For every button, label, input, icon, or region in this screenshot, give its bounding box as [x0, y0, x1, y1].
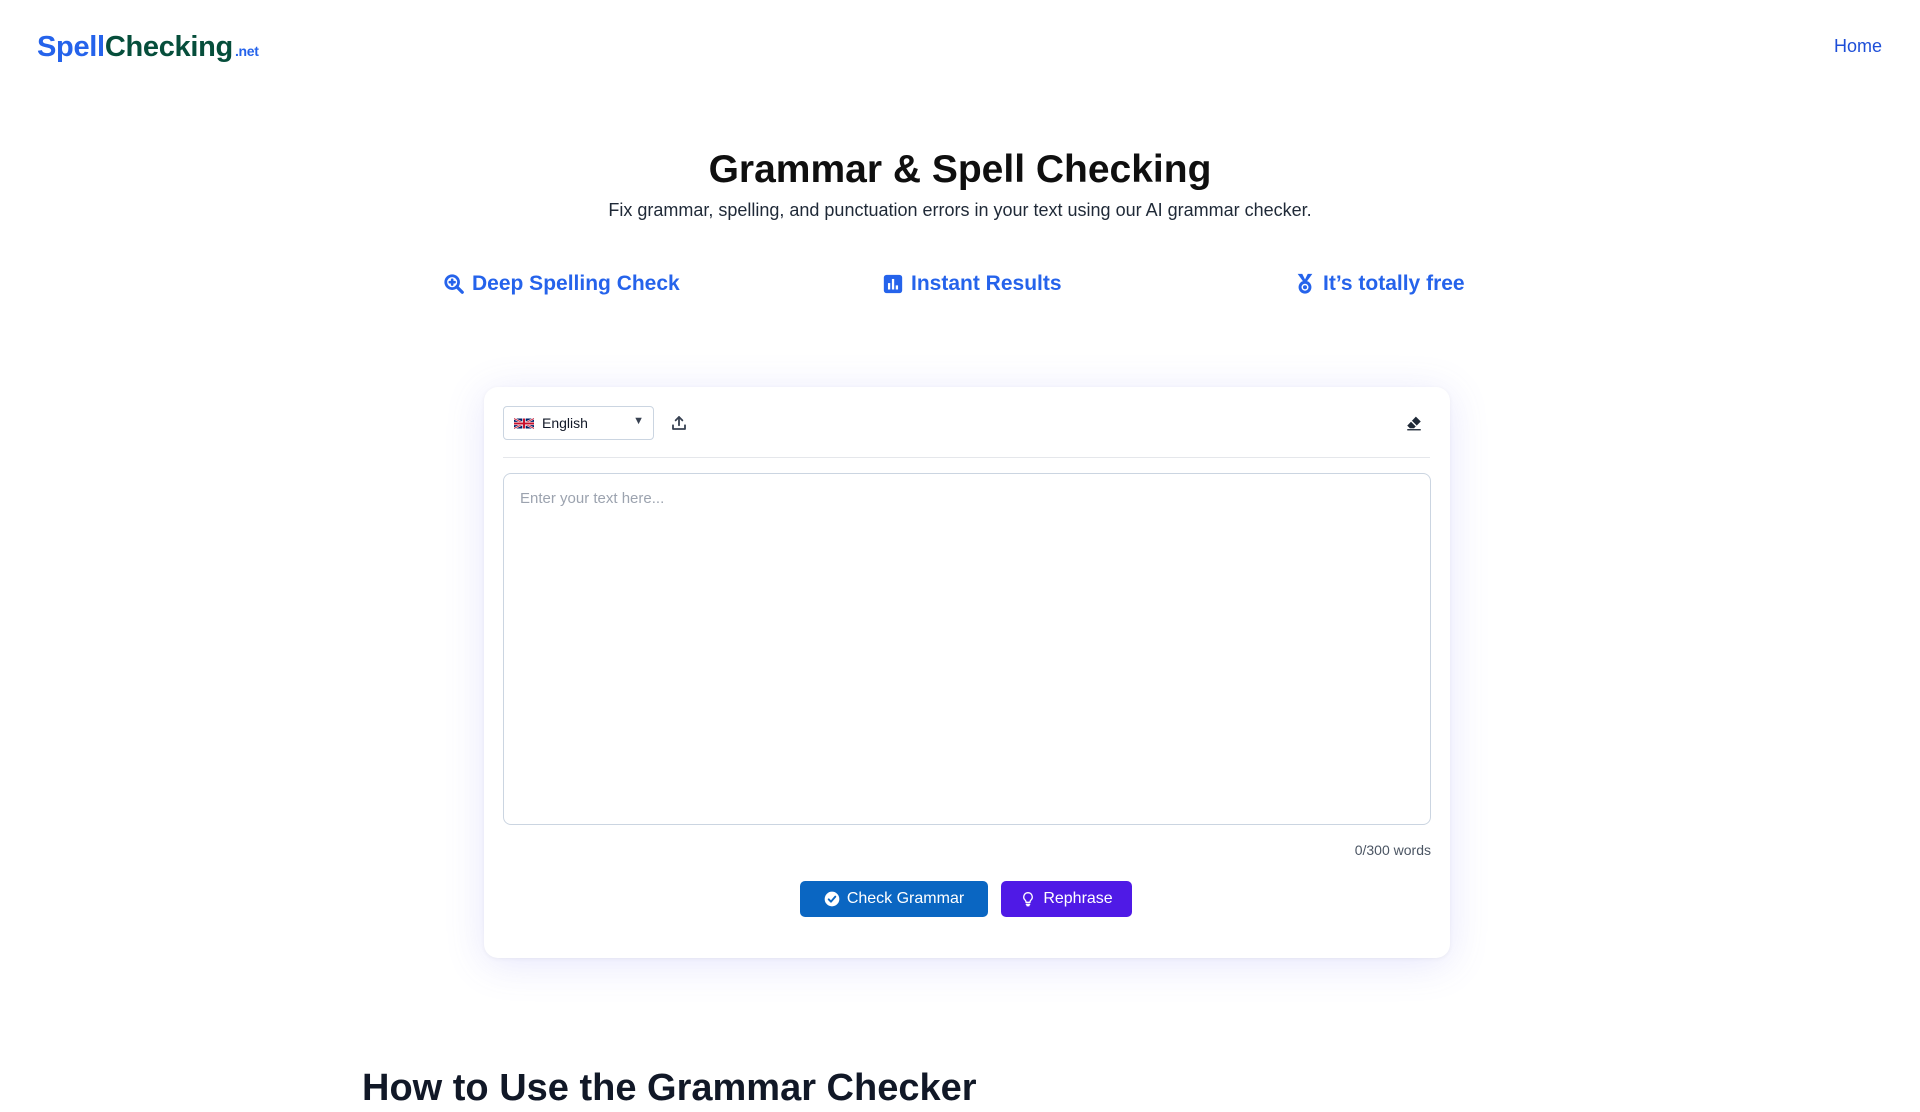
- editor-toolbar: English ▼: [503, 406, 1430, 458]
- search-zoom-icon: [444, 274, 464, 294]
- upload-icon: [672, 416, 686, 430]
- upload-button[interactable]: [663, 406, 695, 440]
- page-title: Grammar & Spell Checking: [708, 148, 1212, 191]
- rephrase-button[interactable]: Rephrase: [1001, 881, 1132, 917]
- language-select-value: English: [542, 415, 588, 431]
- site-logo[interactable]: SpellChecking .net: [37, 27, 259, 71]
- feature-instant-results: Instant Results: [882, 268, 1062, 300]
- page-subtitle: Fix grammar, spelling, and punctuation e…: [608, 200, 1312, 220]
- language-select[interactable]: English ▼: [503, 406, 654, 440]
- nav-home-link[interactable]: Home: [1834, 36, 1882, 57]
- check-grammar-label: Check Grammar: [846, 890, 965, 907]
- chevron-down-icon: ▼: [633, 415, 644, 427]
- feature-label: It’s totally free: [1323, 272, 1465, 295]
- check-circle-icon: [824, 891, 840, 907]
- logo-part-net: .net: [234, 43, 259, 59]
- eraser-icon: [1407, 416, 1421, 431]
- clear-text-button[interactable]: [1398, 406, 1430, 440]
- grammar-checker-card: English ▼ 0/300 words Check Grammar: [484, 387, 1450, 958]
- feature-deep-spelling: Deep Spelling Check: [443, 268, 680, 300]
- feature-label: Deep Spelling Check: [472, 272, 680, 295]
- medal-icon: [1297, 273, 1313, 294]
- site-header: SpellChecking .net Home: [0, 0, 1920, 94]
- bar-chart-icon: [883, 274, 903, 294]
- text-input[interactable]: [503, 473, 1431, 825]
- logo-part-checking: Checking: [104, 31, 233, 63]
- lightbulb-icon: [1023, 892, 1034, 907]
- rephrase-label: Rephrase: [1043, 890, 1113, 907]
- check-grammar-button[interactable]: Check Grammar: [800, 881, 988, 917]
- feature-totally-free: It’s totally free: [1294, 268, 1465, 300]
- word-count: 0/300 words: [1354, 842, 1431, 858]
- uk-flag-icon: [514, 417, 534, 429]
- logo-part-spell: Spell: [37, 31, 105, 63]
- feature-label: Instant Results: [911, 272, 1062, 295]
- how-to-use-heading: How to Use the Grammar Checker: [362, 1067, 977, 1109]
